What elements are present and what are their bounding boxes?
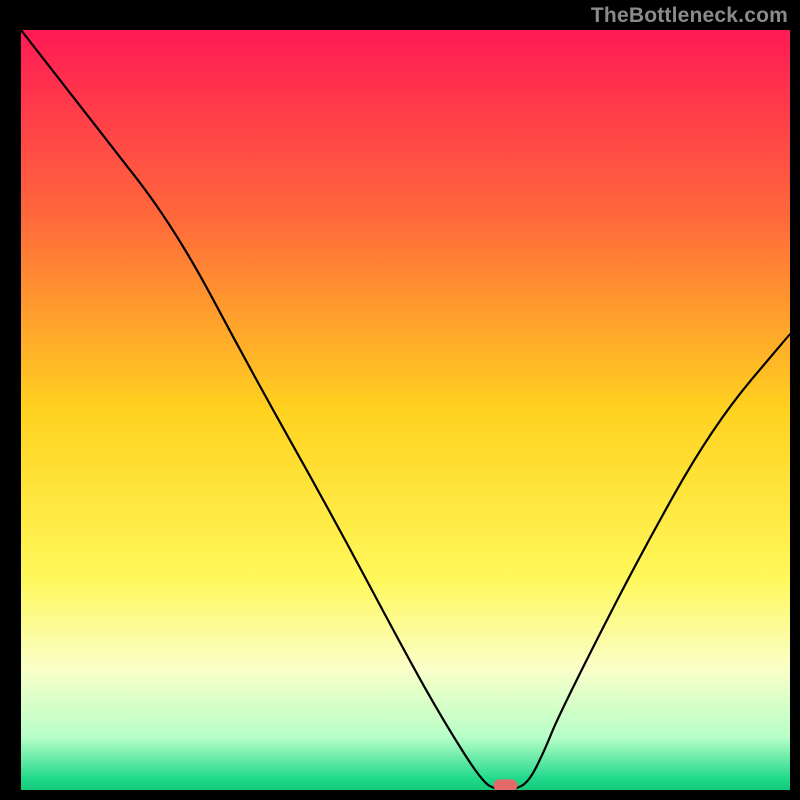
optimal-marker bbox=[494, 779, 518, 790]
chart-svg bbox=[21, 30, 790, 790]
gradient-background bbox=[21, 30, 790, 790]
plot-area bbox=[21, 30, 790, 790]
chart-container: TheBottleneck.com bbox=[0, 0, 800, 800]
watermark-text: TheBottleneck.com bbox=[591, 4, 788, 28]
